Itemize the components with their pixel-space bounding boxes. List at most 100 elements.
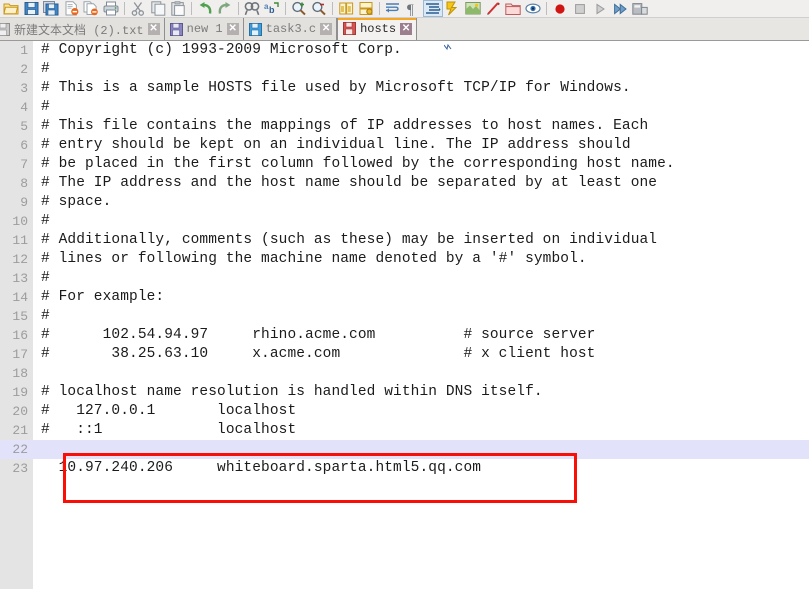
line-number-gutter: 1 2 3 4 5 6 7 8 9 10 11 12 13 14 15 16 1… — [0, 41, 33, 589]
play-macro-icon[interactable] — [590, 0, 610, 17]
unsaved-document-icon — [0, 22, 10, 36]
document-map-icon[interactable] — [463, 0, 483, 17]
line-number: 6 — [20, 138, 28, 153]
find-icon[interactable] — [242, 0, 262, 17]
line-number: 14 — [12, 290, 28, 305]
code-line: # This file contains the mappings of IP … — [41, 118, 649, 134]
tab-label: hosts — [360, 21, 397, 36]
line-number: 15 — [12, 309, 28, 324]
code-line: # entry should be kept on an individual … — [41, 137, 631, 153]
svg-text:b: b — [269, 5, 275, 15]
line-number: 9 — [20, 195, 28, 210]
tab-close-button[interactable]: ✕ — [400, 22, 413, 35]
tab-label: task3.c — [265, 22, 317, 36]
line-number: 5 — [20, 119, 28, 134]
toolbar: ab ¶ — [0, 0, 809, 18]
code-line: # Copyright (c) 1993-2009 Microsoft Corp… — [41, 42, 402, 58]
tab-close-button[interactable]: ✕ — [147, 23, 160, 35]
code-text-content[interactable]: # Copyright (c) 1993-2009 Microsoft Corp… — [33, 41, 809, 589]
sync-vertical-scroll-icon[interactable] — [336, 0, 356, 17]
redo-icon[interactable] — [215, 0, 235, 17]
save-icon[interactable] — [21, 0, 41, 17]
document-tab-bar: 新建文本文档 (2).txt ✕ new 1 ✕ task3.c ✕ hosts… — [0, 18, 809, 41]
line-number: 20 — [12, 404, 28, 419]
code-line: # 102.54.94.97 rhino.acme.com # source s… — [41, 327, 596, 343]
zoom-out-icon[interactable] — [309, 0, 329, 17]
line-number: 17 — [12, 347, 28, 362]
notepadpp-window: ab ¶ 新建文本文档 (2).txt ✕ new 1 ✕ task3.c ✕ … — [0, 0, 809, 589]
copy-icon[interactable] — [148, 0, 168, 17]
line-number: 4 — [20, 100, 28, 115]
tab-hosts[interactable]: hosts ✕ — [337, 18, 418, 40]
close-all-documents-icon[interactable] — [81, 0, 101, 17]
print-icon[interactable] — [101, 0, 121, 17]
folder-as-workspace-icon[interactable] — [503, 0, 523, 17]
line-number: 19 — [12, 385, 28, 400]
cut-icon[interactable] — [128, 0, 148, 17]
stop-macro-icon[interactable] — [570, 0, 590, 17]
sync-horizontal-scroll-icon[interactable] — [356, 0, 376, 17]
toolbar-separator — [543, 0, 550, 17]
text-editor-area[interactable]: 1 2 3 4 5 6 7 8 9 10 11 12 13 14 15 16 1… — [0, 41, 809, 589]
tab-new-text-document[interactable]: 新建文本文档 (2).txt ✕ — [0, 18, 165, 40]
code-line: # Additionally, comments (such as these)… — [41, 232, 658, 248]
word-wrap-icon[interactable] — [383, 0, 403, 17]
code-line: # — [41, 99, 50, 115]
line-number: 23 — [12, 461, 28, 476]
paste-icon[interactable] — [168, 0, 188, 17]
code-line: # localhost name resolution is handled w… — [41, 384, 543, 400]
zoom-in-icon[interactable] — [289, 0, 309, 17]
tab-new-1[interactable]: new 1 ✕ — [164, 18, 244, 40]
tab-task3-c[interactable]: task3.c ✕ — [243, 18, 338, 40]
svg-text:¶: ¶ — [407, 2, 414, 16]
saved-document-icon — [169, 22, 183, 36]
toolbar-separator — [188, 0, 195, 17]
code-line: # — [41, 308, 50, 324]
record-macro-icon[interactable] — [550, 0, 570, 17]
line-number: 10 — [12, 214, 28, 229]
replace-icon[interactable]: ab — [262, 0, 282, 17]
code-line: # be placed in the first column followed… — [41, 156, 675, 172]
tab-label: new 1 — [186, 22, 223, 36]
line-number: 2 — [20, 62, 28, 77]
close-document-icon[interactable] — [61, 0, 81, 17]
code-line: # 38.25.63.10 x.acme.com # x client host — [41, 346, 596, 362]
line-number: 8 — [20, 176, 28, 191]
text-caret-icon — [444, 44, 452, 51]
tab-label: 新建文本文档 (2).txt — [14, 23, 144, 38]
toolbar-separator — [329, 0, 336, 17]
line-number-current: 22 — [0, 440, 33, 459]
line-number: 18 — [12, 366, 28, 381]
line-number: 16 — [12, 328, 28, 343]
indent-guide-icon[interactable] — [423, 0, 443, 17]
toolbar-separator — [282, 0, 289, 17]
code-line: # The IP address and the host name shoul… — [41, 175, 658, 191]
code-line: # lines or following the machine name de… — [41, 251, 587, 267]
run-macro-multiple-icon[interactable] — [610, 0, 630, 17]
monitoring-eye-icon[interactable] — [523, 0, 543, 17]
line-number: 12 — [12, 252, 28, 267]
user-defined-language-icon[interactable] — [443, 0, 463, 17]
tab-close-button[interactable]: ✕ — [320, 23, 333, 35]
code-line-current — [33, 440, 809, 459]
code-line: # ::1 localhost — [41, 422, 297, 438]
line-number: 21 — [12, 423, 28, 438]
undo-icon[interactable] — [195, 0, 215, 17]
line-number: 13 — [12, 271, 28, 286]
line-number: 1 — [20, 43, 28, 58]
toolbar-separator — [121, 0, 128, 17]
tab-close-button[interactable]: ✕ — [226, 23, 239, 35]
show-all-characters-icon[interactable]: ¶ — [403, 0, 423, 17]
toolbar-separator — [376, 0, 383, 17]
line-number: 11 — [12, 233, 28, 248]
code-line: # — [41, 61, 50, 77]
saved-document-icon — [248, 22, 262, 36]
open-folder-icon[interactable] — [1, 0, 21, 17]
code-line: # space. — [41, 194, 112, 210]
function-list-icon[interactable] — [483, 0, 503, 17]
code-line: # This is a sample HOSTS file used by Mi… — [41, 80, 631, 96]
line-number: 7 — [20, 157, 28, 172]
save-macro-icon[interactable] — [630, 0, 650, 17]
save-all-icon[interactable] — [41, 0, 61, 17]
